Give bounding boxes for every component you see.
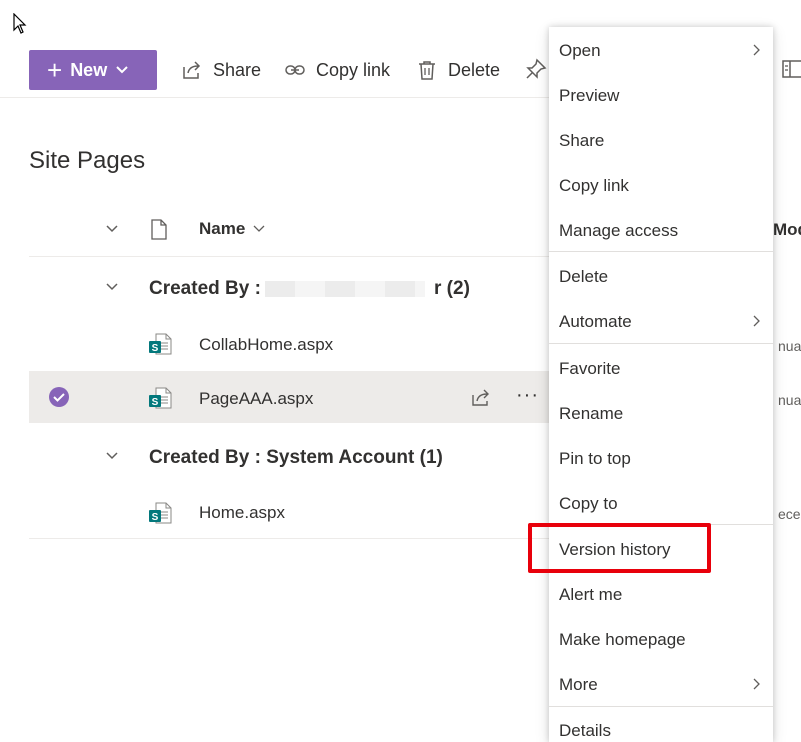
group-header-1[interactable]: Created By : (149, 278, 261, 300)
share-icon (183, 61, 201, 79)
menu-divider (549, 343, 773, 344)
file-name-collabhome[interactable]: CollabHome.aspx (199, 335, 333, 355)
menu-item-more[interactable]: More (559, 675, 598, 695)
pin-icon[interactable] (525, 58, 547, 80)
group-collapse-chevron-icon[interactable] (105, 451, 119, 461)
new-button[interactable]: + New (29, 50, 157, 90)
group-header-1-count: r (2) (434, 278, 470, 299)
chevron-right-icon (753, 315, 760, 327)
redacted-name (265, 281, 425, 297)
menu-item-manage-access[interactable]: Manage access (559, 221, 678, 241)
collapse-all-chevron-icon[interactable] (105, 224, 119, 234)
new-button-label: New (70, 59, 108, 80)
menu-item-copy-link[interactable]: Copy link (559, 176, 629, 196)
menu-item-share[interactable]: Share (559, 131, 604, 151)
name-column-label: Name (199, 219, 246, 238)
delete-toolbar-label: Delete (448, 59, 501, 80)
context-menu: Open Preview Share Copy link Manage acce… (549, 27, 773, 742)
row-divider (29, 538, 549, 539)
menu-divider (549, 706, 773, 707)
menu-item-open[interactable]: Open (559, 41, 601, 61)
menu-item-open-label: Open (559, 41, 601, 60)
chevron-down-icon (253, 225, 265, 232)
menu-item-rename[interactable]: Rename (559, 404, 623, 424)
menu-item-pin-to-top-label: Pin to top (559, 449, 631, 468)
menu-item-automate-label: Automate (559, 312, 632, 331)
menu-item-make-homepage[interactable]: Make homepage (559, 630, 686, 650)
selected-check-icon[interactable] (48, 386, 70, 408)
share-toolbar-button[interactable]: Share (181, 56, 261, 84)
menu-item-copy-to[interactable]: Copy to (559, 494, 618, 514)
mouse-cursor-icon (13, 13, 27, 34)
sharepoint-page-icon: S (149, 502, 172, 524)
group-header-2[interactable]: Created By : System Account (1) (149, 447, 443, 469)
menu-item-details-label: Details (559, 721, 611, 740)
sharepoint-page-icon: S (149, 333, 172, 355)
header-divider (29, 256, 549, 257)
chevron-right-icon (753, 678, 760, 690)
svg-text:S: S (152, 512, 159, 523)
more-options-icon[interactable]: ··· (516, 384, 539, 407)
menu-item-more-label: More (559, 675, 598, 694)
sharepoint-page-icon: S (149, 387, 172, 409)
menu-item-preview[interactable]: Preview (559, 86, 619, 106)
menu-item-pin-to-top[interactable]: Pin to top (559, 449, 631, 469)
chevron-down-icon (116, 66, 128, 74)
menu-item-delete-label: Delete (559, 267, 609, 286)
trash-icon (419, 61, 435, 80)
file-name-home[interactable]: Home.aspx (199, 503, 285, 523)
svg-text:S: S (152, 397, 159, 408)
name-column-header[interactable]: Name (199, 219, 265, 239)
menu-item-make-homepage-label: Make homepage (559, 630, 686, 649)
menu-item-share-label: Share (559, 131, 605, 150)
menu-item-delete[interactable]: Delete (559, 267, 608, 287)
menu-item-manage-access-label: Manage access (559, 221, 679, 240)
share-toolbar-label: Share (213, 59, 262, 80)
menu-item-copy-to-label: Copy to (559, 494, 618, 513)
modified-column-header[interactable]: Modi (773, 220, 801, 240)
file-type-icon (151, 219, 167, 240)
menu-item-details[interactable]: Details (559, 721, 611, 741)
menu-item-alert-me[interactable]: Alert me (559, 585, 622, 605)
menu-item-automate[interactable]: Automate (559, 312, 632, 332)
modified-value: nuar (778, 338, 801, 354)
menu-item-copy-link-label: Copy link (559, 176, 629, 195)
file-name-pageaaa[interactable]: PageAAA.aspx (199, 389, 313, 409)
plus-icon: + (47, 55, 63, 85)
menu-item-rename-label: Rename (559, 404, 624, 423)
copy-link-toolbar-button[interactable]: Copy link (284, 56, 390, 84)
page-title: Site Pages (29, 147, 146, 174)
highlight-annotation-box (528, 523, 711, 573)
group-collapse-chevron-icon[interactable] (105, 282, 119, 292)
toolbar-divider (0, 97, 549, 98)
share-icon[interactable] (471, 388, 491, 408)
delete-toolbar-button[interactable]: Delete (416, 56, 500, 84)
copy-link-toolbar-label: Copy link (316, 59, 391, 80)
menu-divider (549, 251, 773, 252)
menu-item-preview-label: Preview (559, 86, 620, 105)
svg-text:S: S (152, 343, 159, 354)
details-pane-icon[interactable] (782, 58, 801, 80)
modified-value: nuar (778, 392, 801, 408)
group-header-1-label: Created By : (149, 278, 261, 299)
menu-item-favorite[interactable]: Favorite (559, 359, 620, 379)
link-icon (285, 65, 305, 75)
modified-value: ecen (778, 506, 801, 522)
menu-item-favorite-label: Favorite (559, 359, 621, 378)
menu-item-alert-me-label: Alert me (559, 585, 623, 604)
chevron-right-icon (753, 44, 760, 56)
